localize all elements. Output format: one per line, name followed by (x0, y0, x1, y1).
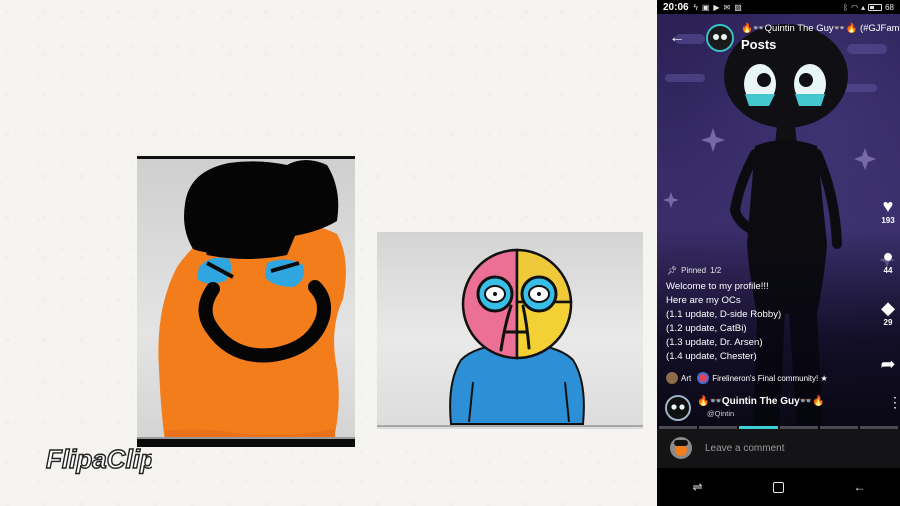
like-action[interactable]: ♥ 193 (876, 196, 900, 225)
header-avatar[interactable] (706, 24, 734, 52)
bluetooth-icon: ᛒ (843, 2, 849, 12)
status-time: 20:06 (663, 1, 689, 13)
tag-community[interactable]: Firelineron's Final community! ★ (697, 372, 828, 384)
system-nav-bar: ⇌ ← (657, 468, 900, 506)
caption-line: (1.3 update, Dr. Arsen) (666, 337, 763, 348)
caption-line: Here are my OCs (666, 295, 741, 306)
share-arrow-icon: ➦ (880, 354, 896, 374)
app-p-icon: ▣ (701, 2, 710, 12)
floor-line (377, 425, 643, 427)
gallery-icon: ▨ (734, 2, 742, 12)
system-icons: ᛒ ◠ ▴ 68 (843, 3, 894, 12)
drawing-split-character (377, 232, 643, 429)
tag-label: Art (681, 373, 692, 383)
author-name[interactable]: 🔥👓Quintin The Guy👓🔥 (697, 396, 825, 407)
pinned-indicator: 📌︎ Pinned 1/2 (667, 266, 721, 275)
back-icon[interactable]: ← (845, 475, 875, 499)
post-caption: Welcome to my profile!!! Here are my OCs… (666, 280, 876, 364)
lightning-icon: ϟ (693, 2, 698, 12)
watermark-text: FlipaClip (46, 444, 152, 474)
flipaclip-watermark-logo: FlipaClip (45, 443, 152, 474)
drawing-orange-character (137, 156, 355, 447)
home-icon[interactable] (764, 475, 794, 499)
caption-line: (1.2 update, CatBi) (666, 323, 747, 334)
back-arrow-icon[interactable]: ← (669, 30, 685, 46)
header: ← 🔥👓Quintin The Guy👓🔥 (#GJFamous) Posts (657, 16, 900, 56)
like-count: 193 (881, 216, 895, 225)
mail-icon: ✉ (723, 2, 731, 12)
header-user-name[interactable]: 🔥👓Quintin The Guy👓🔥 (#GJFamous) (741, 23, 900, 34)
tag-art[interactable]: Art (666, 372, 691, 384)
more-options-icon[interactable]: ⋮ (888, 395, 900, 409)
youtube-icon: ▶ (713, 2, 720, 12)
author-avatar[interactable] (665, 395, 691, 421)
page-indicator: 1/2 (710, 266, 722, 275)
recent-apps-icon[interactable]: ⇌ (683, 475, 713, 499)
share-action[interactable]: ➦ (876, 354, 900, 374)
pin-icon: 📌︎ (667, 266, 678, 275)
comment-bubble-icon: ● (882, 246, 894, 266)
post-tags: Art Firelineron's Final community! ★ (666, 372, 828, 384)
battery-level: 68 (885, 2, 894, 12)
comment-count: 44 (883, 266, 893, 275)
signal-icon: ▴ (861, 2, 866, 12)
repost-count: 29 (883, 318, 893, 327)
comment-action[interactable]: ● 44 (876, 246, 900, 275)
current-user-avatar (670, 437, 692, 459)
repost-action[interactable]: ◆ 29 (876, 298, 900, 327)
caption-line: (1.4 update, Chester) (666, 351, 757, 362)
page-title: Posts (741, 37, 777, 52)
split-character-art (449, 248, 585, 425)
orange-character-art (158, 160, 346, 441)
avatar-image (667, 397, 689, 419)
bottom-bar (137, 439, 355, 447)
repost-icon: ◆ (881, 298, 895, 318)
post-image[interactable] (657, 14, 900, 429)
wifi-icon: ◠ (851, 2, 859, 12)
community-tag-icon (697, 372, 710, 384)
comment-bar (657, 429, 900, 468)
tag-label: Firelineron's Final community! ★ (712, 373, 828, 383)
avatar-image (670, 437, 692, 459)
notification-icons: ϟ ▣ ▶ ✉ ▨ (694, 3, 742, 12)
caption-line: (1.1 update, D-side Robby) (666, 309, 782, 320)
pinned-label: Pinned (681, 266, 707, 275)
status-bar: 20:06 ϟ ▣ ▶ ✉ ▨ ᛒ ◠ ▴ 68 (657, 0, 900, 14)
battery-icon (868, 3, 883, 11)
author-row: 🔥👓Quintin The Guy👓🔥 @Qintin ⋮ (665, 393, 900, 423)
author-handle: @Qintin (707, 409, 735, 418)
avatar-image (708, 26, 732, 50)
phone-screen: 20:06 ϟ ▣ ▶ ✉ ▨ ᛒ ◠ ▴ 68 ← 🔥👓Quintin The… (657, 0, 900, 506)
art-tag-icon (666, 372, 678, 384)
comment-input[interactable] (705, 440, 885, 456)
caption-line: Welcome to my profile!!! (666, 281, 769, 292)
heart-icon: ♥ (882, 196, 894, 216)
